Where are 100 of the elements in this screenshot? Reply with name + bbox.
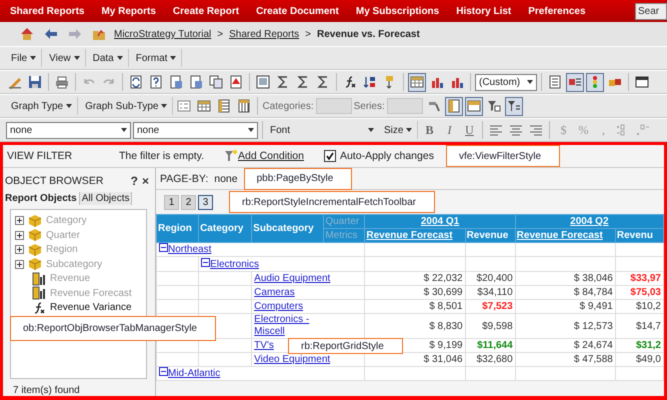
item-count: 7 item(s) found [12,384,81,396]
table-cell: $ 30,699 [364,286,466,300]
series-field[interactable] [386,98,423,114]
column-header[interactable]: Revenu [615,228,664,242]
graph-type-menu[interactable]: Graph Type [6,97,78,115]
quarter-link[interactable]: 2004 Q1 [420,216,460,227]
font-select[interactable]: Font [267,122,377,138]
nav-link[interactable]: Create Report [172,6,240,16]
auto-apply-checkbox[interactable] [324,150,336,162]
sigma-icon [276,75,290,89]
caret-icon [527,80,533,84]
menu-button[interactable]: Data [88,49,129,67]
nav-link[interactable]: History List [456,6,512,16]
print-icon [55,75,69,89]
text-style-button[interactable]: B [420,121,438,139]
table-cell: $ 9,491 [515,300,616,314]
pdf-icon [229,75,243,89]
expand-icon [15,260,24,269]
style-select[interactable]: none [133,122,258,138]
copy-button[interactable] [207,72,225,92]
traffic-light-button[interactable] [586,72,604,92]
function-icon [32,300,46,315]
expand-icon [15,230,24,240]
nav-link[interactable]: Create Document [256,6,339,16]
text-style-button[interactable]: U [460,121,478,139]
view-filter-title: VIEW FILTER [7,150,74,162]
nav-link[interactable]: My Reports [101,6,156,16]
style-annotation: pbb:PageByStyle [244,168,352,190]
save-icon [28,75,42,89]
add-condition-link[interactable]: Add Condition [238,150,304,162]
menu-button[interactable]: View [44,49,86,67]
auto-apply-label: Auto-Apply changes [340,150,434,162]
funnel-button[interactable] [504,96,523,116]
page-button[interactable]: 1 [164,194,179,210]
top-panel-button[interactable] [464,96,483,116]
text-style-button[interactable]: I [440,121,458,139]
search-field[interactable]: Sear [635,2,667,20]
table-cell: $9,598 [465,314,516,338]
column-header[interactable]: Revenue Forecast [364,228,466,242]
table-cell: $49,0 [615,352,664,366]
metric-icon [32,272,46,286]
left-panel-icon [446,99,461,113]
object-item[interactable]: Revenue Variance [15,301,142,315]
page-button[interactable]: 3 [198,194,213,210]
nav-link[interactable]: My Subscriptions [356,6,440,16]
list-icon [548,75,562,89]
style-select[interactable]: (Custom) [475,74,537,90]
metric-link[interactable]: Revenue Forecast [366,230,453,241]
panel-tab[interactable]: Report Objects [3,192,80,206]
nav-link[interactable]: Preferences [528,6,586,16]
decrease-decimal-icon [636,123,650,137]
filter-status: The filter is empty. [119,150,204,162]
function-icon [343,75,357,89]
cube-icon [28,257,42,272]
column-header[interactable]: Category [198,214,252,242]
breadcrumb-separator: > [305,28,311,40]
breadcrumb-link[interactable]: Shared Reports [229,28,300,40]
column-header[interactable]: Revenue [465,228,516,242]
grid-button[interactable] [408,72,426,92]
rows-icon [217,99,232,113]
panel-title: OBJECT BROWSER [5,175,104,187]
table-cell: $34,110 [465,286,516,300]
graph-subtype-menu[interactable]: Graph Sub-Type [80,97,174,115]
panel-tab[interactable]: All Objects [80,192,132,206]
document-icon [189,75,203,89]
size-menu[interactable]: Size [379,121,418,139]
sigma-icon [296,75,310,89]
document-icon [169,75,183,89]
page-by-value: none [214,172,238,184]
style-annotation: rb:ReportStyleIncrementalFetchToolbar [229,191,435,213]
style-select[interactable]: none [6,122,131,138]
column-header[interactable]: Revenue Forecast [515,228,616,242]
funnel-icon [506,99,521,113]
column-header[interactable]: Subcategory [252,214,324,242]
left-panel-button[interactable] [444,96,463,116]
table-cell: $14,7 [615,314,664,338]
table-cell: $20,400 [465,272,516,286]
quarter-link[interactable]: 2004 Q2 [570,216,609,227]
metric-link[interactable]: Revenue Forecast [516,230,603,241]
table-cell: $ 12,573 [515,314,616,338]
close-button[interactable]: × [140,174,151,188]
back-arrow-icon [44,27,58,41]
table-cell: $31,2 [615,338,664,352]
nav-link[interactable]: Shared Reports [10,6,84,16]
help-button[interactable]: ? [128,174,140,188]
pencil-icon [8,75,22,89]
cube-icon [28,242,42,257]
caret-icon [368,128,374,132]
bar-chart-icon [430,75,444,89]
window-button[interactable] [254,72,272,92]
menu-button[interactable]: Format [130,49,182,67]
collapse-icon [159,244,168,252]
page-button[interactable]: 2 [181,194,196,210]
table-cell: $ 8,501 [364,300,466,314]
categories-field[interactable] [316,98,352,114]
menu-button[interactable]: File [6,49,42,67]
column-header[interactable]: Region [156,214,199,242]
subcategory-link[interactable]: TV's [254,340,274,352]
expand-icon [15,216,24,226]
breadcrumb-link[interactable]: MicroStrategy Tutorial [114,28,212,40]
